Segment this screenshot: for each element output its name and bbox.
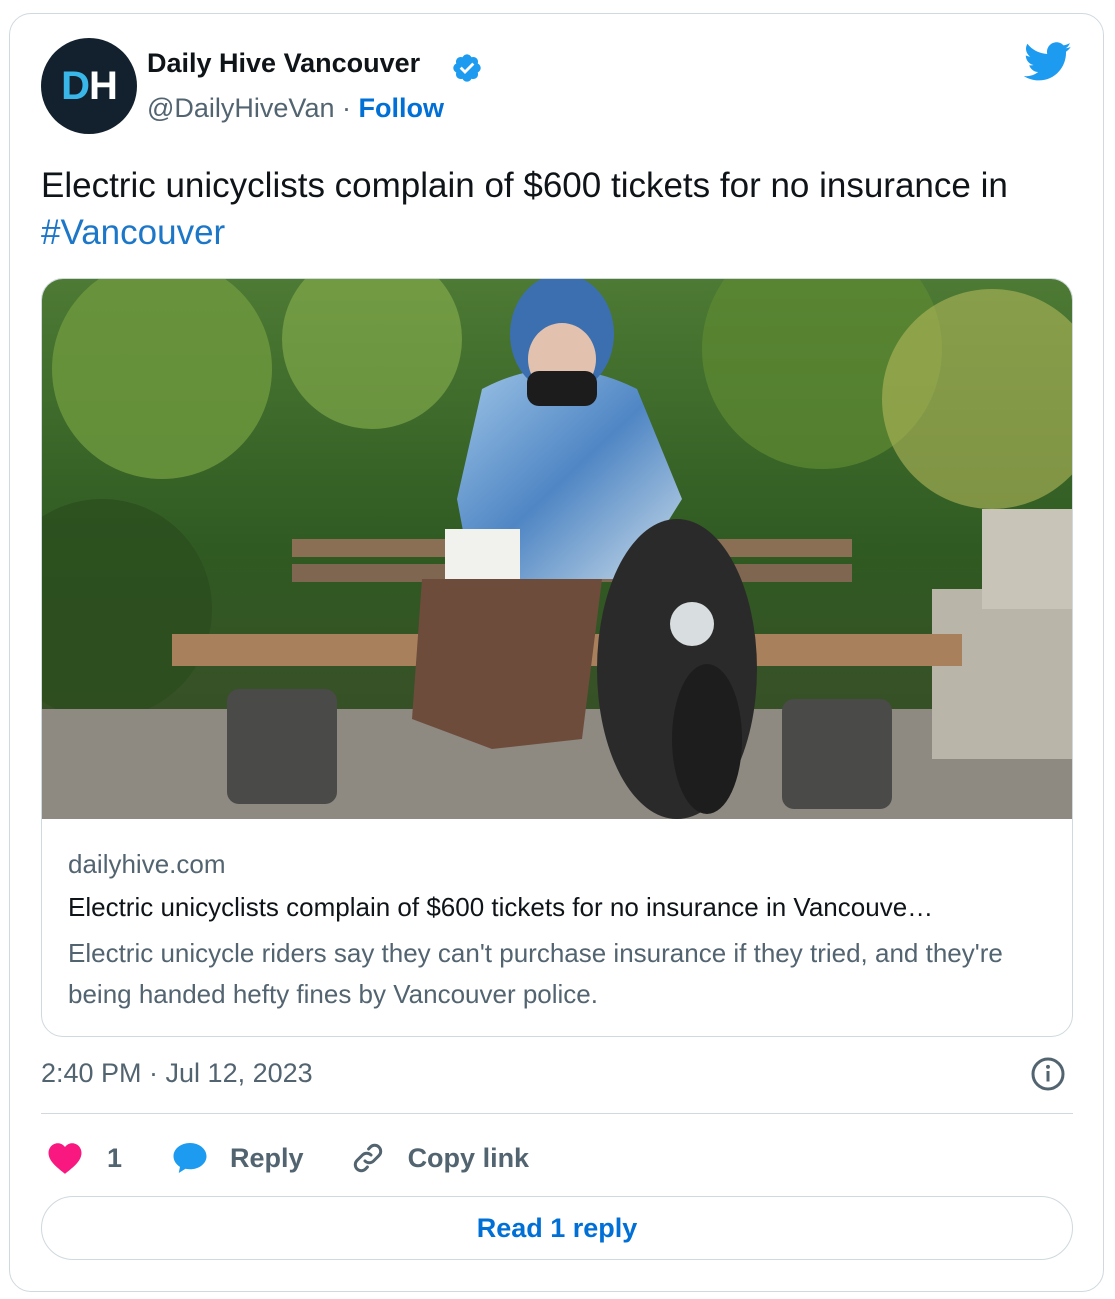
author-handle[interactable]: @DailyHiveVan — [147, 93, 334, 123]
speech-bubble-icon — [173, 1143, 207, 1173]
avatar-letter-h: H — [89, 63, 118, 108]
avatar-letter-d: D — [61, 63, 90, 108]
tweet-text: Electric unicyclists complain of $600 ti… — [41, 162, 1041, 256]
article-photo — [42, 279, 1072, 819]
heart-icon — [48, 1143, 82, 1174]
reply-button[interactable]: Reply — [172, 1141, 304, 1175]
link-domain: dailyhive.com — [68, 849, 226, 879]
link-description: Electric unicycle riders say they can't … — [68, 938, 1003, 1009]
action-bar: 1 Reply Copy link — [41, 1134, 529, 1182]
handle-row: @DailyHiveVan · Follow — [147, 93, 444, 124]
divider — [41, 1113, 1073, 1114]
link-title[interactable]: Electric unicyclists complain of $600 ti… — [68, 892, 1058, 923]
twitter-bird-icon[interactable] — [1024, 42, 1072, 82]
link-icon — [353, 1143, 382, 1173]
link-card-body: dailyhive.com Electric unicyclists compl… — [68, 849, 1058, 1015]
verified-badge-icon — [453, 54, 481, 82]
link-preview-card[interactable]: dailyhive.com Electric unicyclists compl… — [41, 278, 1073, 1037]
copy-link-label: Copy link — [407, 1142, 530, 1173]
tweet-timestamp[interactable]: 2:40 PM · Jul 12, 2023 — [41, 1058, 313, 1089]
reply-label: Reply — [230, 1142, 304, 1173]
tweet-text-body: Electric unicyclists complain of $600 ti… — [41, 166, 1008, 205]
handle-separator: · — [342, 93, 351, 123]
avatar[interactable]: DH — [41, 38, 137, 134]
author-name[interactable]: Daily Hive Vancouver — [147, 48, 420, 79]
hashtag-link[interactable]: #Vancouver — [41, 213, 225, 252]
like-count: 1 — [107, 1142, 123, 1173]
follow-button[interactable]: Follow — [359, 93, 444, 123]
like-button[interactable]: 1 — [41, 1141, 122, 1175]
copy-link-button[interactable]: Copy link — [350, 1140, 530, 1176]
read-replies-button[interactable]: Read 1 reply — [41, 1196, 1073, 1260]
info-icon[interactable] — [1030, 1056, 1066, 1092]
